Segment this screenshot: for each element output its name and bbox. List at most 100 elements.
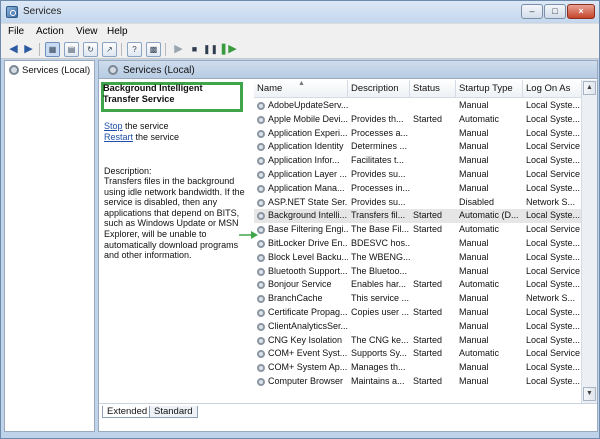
export-list-icon[interactable]: ↗ xyxy=(102,42,117,57)
service-name-cell: COM+ System Ap... xyxy=(268,362,348,373)
menu-view[interactable]: View xyxy=(76,26,98,37)
table-row[interactable]: AdobeUpdateServ... Manual Local Syste... xyxy=(254,99,597,113)
service-status-cell xyxy=(410,127,456,141)
service-name-cell: ASP.NET State Ser... xyxy=(268,196,348,207)
service-startup-type-cell: Manual xyxy=(459,307,489,317)
close-button[interactable]: × xyxy=(567,4,595,19)
service-log-on-as-cell: Local Service xyxy=(526,224,581,235)
menu-bar: File Action View Help xyxy=(1,23,599,40)
table-row[interactable]: Application Identity Determines ... Manual… xyxy=(254,140,597,154)
restart-service-icon[interactable]: ❚▶ xyxy=(219,42,237,57)
properties-icon[interactable]: ▤ xyxy=(64,42,79,57)
table-row[interactable]: Background Intelli... Transfers fil... Sta… xyxy=(254,209,597,224)
service-log-on-as-cell: Local Syste... xyxy=(526,320,581,331)
service-log-on-as-cell: Local Syste... xyxy=(526,376,581,386)
services-app-icon xyxy=(6,6,18,18)
service-description-cell xyxy=(348,99,410,113)
service-startup-type-cell: Manual xyxy=(459,169,489,179)
restart-service-row: Restart the service xyxy=(104,132,179,142)
column-header-status[interactable]: Status xyxy=(410,80,456,98)
restart-service-text: the service xyxy=(133,132,180,142)
service-description-cell: Maintains a... xyxy=(351,376,405,386)
show-console-tree-icon[interactable]: ▦ xyxy=(45,42,60,57)
table-row[interactable]: ASP.NET State Ser... Provides su... Disabl… xyxy=(254,196,597,210)
tab-standard[interactable]: Standard xyxy=(149,406,198,418)
service-description-cell: Determines ... xyxy=(351,141,408,152)
maximize-button[interactable]: □ xyxy=(544,4,566,19)
table-row[interactable]: Block Level Backu... The WBENG... Manual Lo… xyxy=(254,251,597,265)
forward-arrow-icon[interactable]: ▶ xyxy=(21,42,36,57)
table-row[interactable]: Bluetooth Support... The Bluetoo... Manual… xyxy=(254,265,597,279)
table-row[interactable]: Bonjour Service Enables har... Started Auto… xyxy=(254,278,597,292)
column-header-description[interactable]: Description xyxy=(348,80,410,98)
service-startup-type-cell: Manual xyxy=(459,334,489,345)
service-description-cell: Processes in... xyxy=(351,182,410,193)
stop-service-link[interactable]: Stop xyxy=(104,121,123,131)
service-status-cell: Started xyxy=(413,307,443,317)
refresh-icon[interactable]: ↻ xyxy=(83,42,98,57)
minimize-button[interactable]: – xyxy=(521,4,543,19)
table-row[interactable]: COM+ Event Syst... Supports Sy... Started A… xyxy=(254,347,597,361)
service-description-cell: The Base Fil... xyxy=(351,224,410,235)
service-description-cell: Provides th... xyxy=(351,113,404,124)
table-row[interactable]: Certificate Propag... Copies user ... Star… xyxy=(254,306,597,320)
service-name-cell: Application Identity xyxy=(268,141,344,152)
pane-header-title: Services (Local) xyxy=(123,65,195,76)
menu-action[interactable]: Action xyxy=(36,26,64,37)
scroll-down-icon[interactable]: ▼ xyxy=(583,387,596,401)
pane-header: Services (Local) xyxy=(99,61,597,79)
service-status-cell xyxy=(410,361,456,375)
back-arrow-icon[interactable]: ◀ xyxy=(6,42,21,57)
scroll-up-icon[interactable]: ▲ xyxy=(583,81,596,95)
service-status-cell xyxy=(410,265,456,279)
column-header-startup-type[interactable]: Startup Type xyxy=(456,80,523,98)
service-description-cell: Enables har... xyxy=(351,279,407,290)
start-service-icon[interactable]: ▶ xyxy=(171,42,186,57)
services-pane: Services (Local) Background Intelligent … xyxy=(98,60,598,432)
tree-item-services-local[interactable]: Services (Local) xyxy=(9,64,90,76)
table-row[interactable]: Application Mana... Processes in... Manual… xyxy=(254,182,597,196)
service-log-on-as-cell: Local Syste... xyxy=(526,251,581,262)
service-status-cell xyxy=(410,154,456,168)
table-row[interactable]: BitLocker Drive En... BDESVC hos... Manual… xyxy=(254,237,597,251)
description-text: Transfers files in the background using … xyxy=(104,176,245,261)
service-description-cell: This service ... xyxy=(351,293,410,304)
table-row[interactable]: Application Experi... Processes a... Manua… xyxy=(254,127,597,141)
menu-help[interactable]: Help xyxy=(107,26,128,37)
table-row[interactable]: BranchCache This service ... Manual Network… xyxy=(254,292,597,306)
table-row[interactable]: Base Filtering Engi... The Base Fil... Sta… xyxy=(254,223,597,237)
table-row[interactable]: ClientAnalyticsSer... Manual Local Syste..… xyxy=(254,320,597,334)
action-pane-icon[interactable]: ▩ xyxy=(146,42,161,57)
column-header-name[interactable]: Name ▲ xyxy=(254,80,348,98)
table-row[interactable]: Application Layer ... Provides su... Manua… xyxy=(254,168,597,182)
table-row[interactable]: Application Infor... Facilitates t... Manu… xyxy=(254,154,597,168)
table-row[interactable]: Computer Browser Maintains a... Started Man… xyxy=(254,375,597,389)
service-status-cell xyxy=(410,237,456,251)
menu-file[interactable]: File xyxy=(8,26,24,37)
service-status-cell xyxy=(410,320,456,334)
tab-extended[interactable]: Extended xyxy=(102,406,153,418)
service-description-cell: The CNG ke... xyxy=(351,334,409,345)
stop-service-icon[interactable]: ■ xyxy=(187,42,202,57)
table-row[interactable]: Apple Mobile Devi... Provides th... Starte… xyxy=(254,113,597,127)
service-name-cell: Computer Browser xyxy=(268,376,344,386)
restart-service-link[interactable]: Restart xyxy=(104,132,133,142)
service-startup-type-cell: Manual xyxy=(459,265,489,276)
service-name-cell: Bonjour Service xyxy=(268,279,332,290)
service-log-on-as-cell: Local Service xyxy=(526,348,581,359)
vertical-scrollbar[interactable]: ▲ ▼ xyxy=(581,80,597,403)
column-header-log-on-as[interactable]: Log On As xyxy=(523,80,583,98)
service-log-on-as-cell: Local Service xyxy=(526,141,581,152)
service-description-cell: Provides su... xyxy=(351,196,406,207)
description-label: Description: xyxy=(104,166,152,176)
table-row[interactable]: CNG Key Isolation The CNG ke... Started Man… xyxy=(254,334,597,348)
pause-service-icon[interactable]: ❚❚ xyxy=(203,42,218,57)
table-row[interactable]: COM+ System Ap... Manages th... Manual Loca… xyxy=(254,361,597,375)
title-bar: Services – □ × xyxy=(1,1,599,23)
service-status-cell xyxy=(410,182,456,196)
help-icon[interactable]: ? xyxy=(127,42,142,57)
service-description-cell: Provides su... xyxy=(351,169,406,179)
service-log-on-as-cell: Local Syste... xyxy=(526,238,581,248)
gear-icon xyxy=(9,65,19,75)
service-log-on-as-cell: Local Syste... xyxy=(526,155,581,166)
